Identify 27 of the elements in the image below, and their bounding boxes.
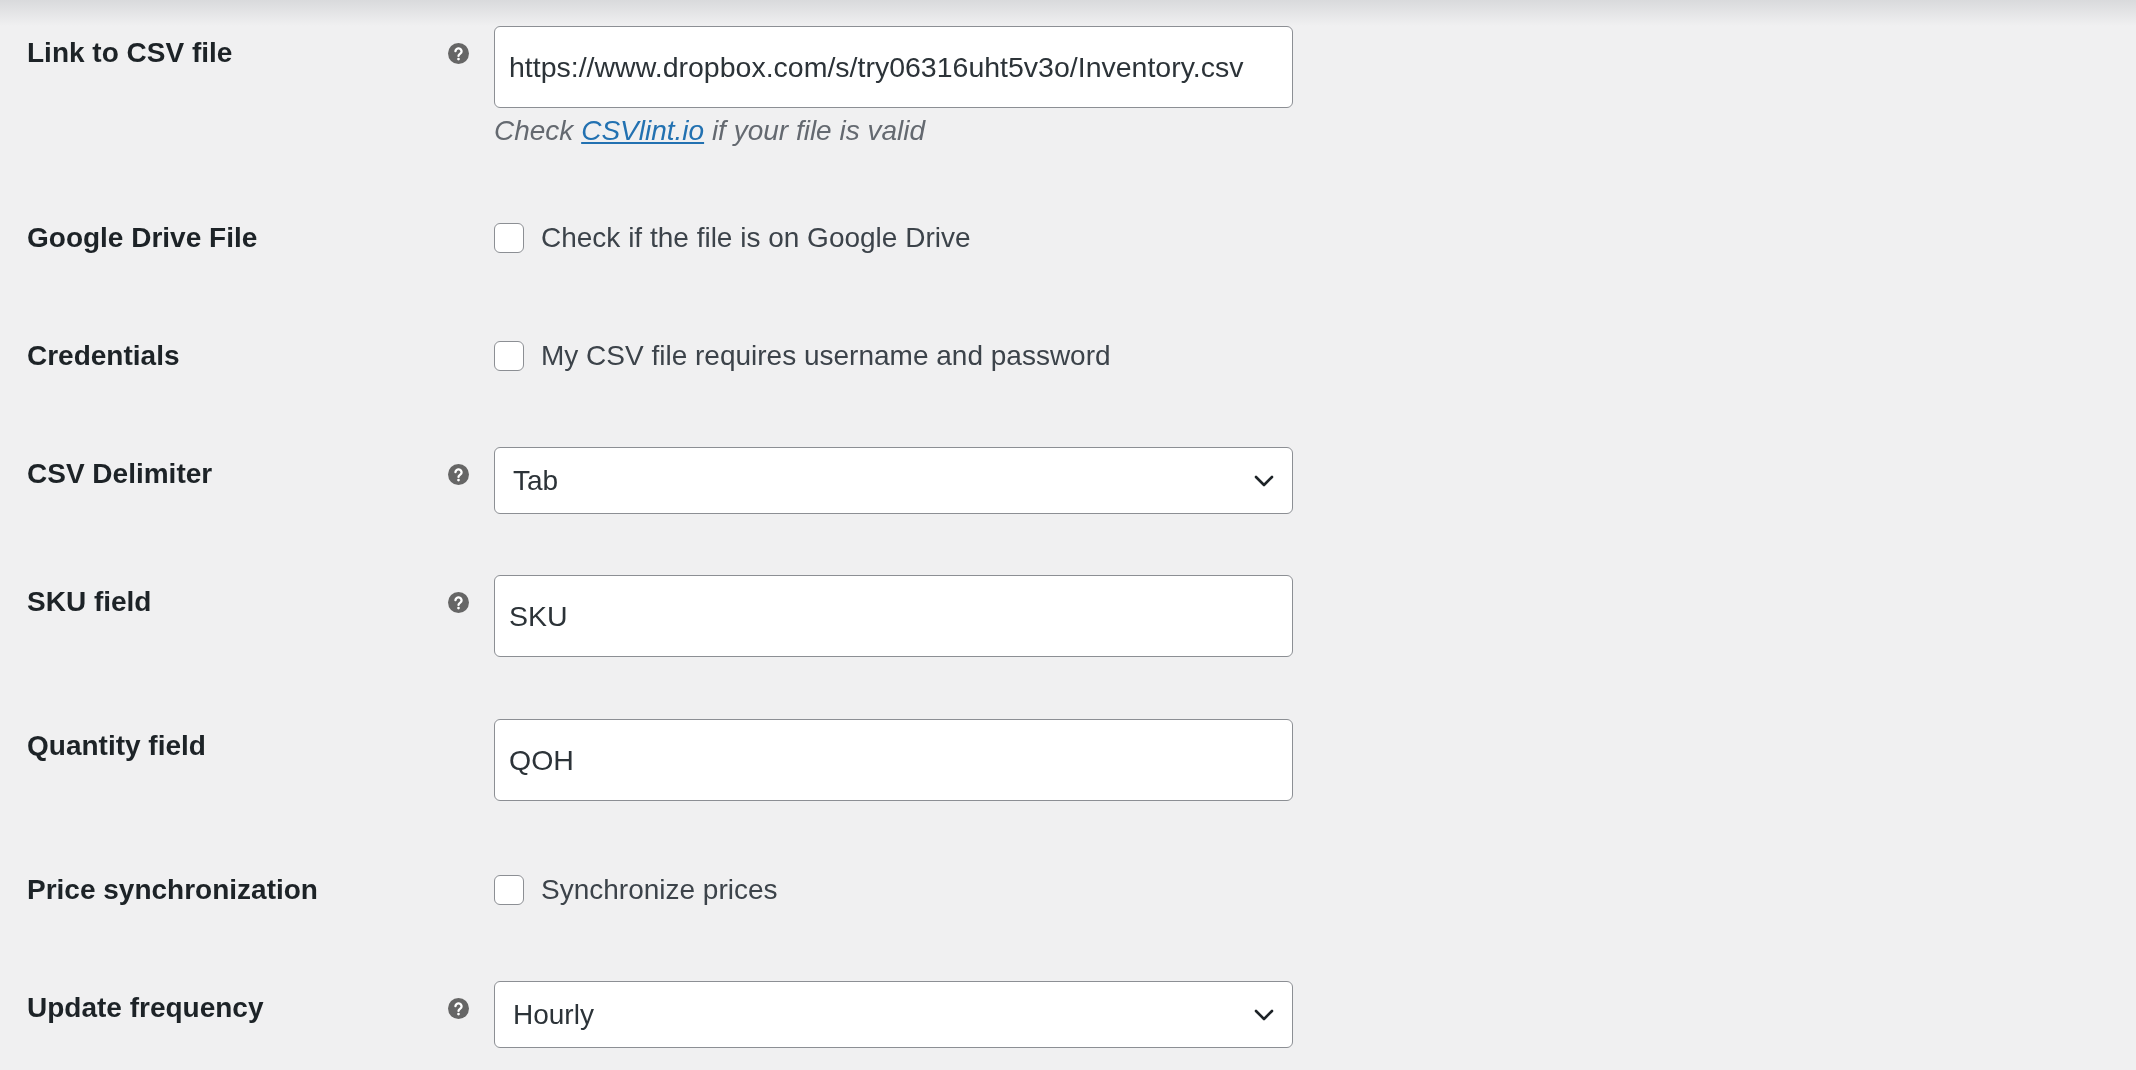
help-icon[interactable] [448, 43, 469, 64]
setting-label: Credentials [27, 339, 181, 373]
setting-label: CSV Delimiter [27, 457, 214, 491]
help-icon[interactable] [448, 592, 469, 613]
field-description: Check CSVlint.io if your file is valid [494, 114, 926, 148]
setting-label: Link to CSV file [27, 36, 234, 70]
dropdown-select[interactable]: Tab [494, 447, 1293, 514]
csvlint-link[interactable]: CSVlint.io [581, 115, 705, 146]
checkbox-label: My CSV file requires username and password [541, 339, 1111, 373]
setting-label: Google Drive File [27, 221, 259, 255]
setting-label: Price synchronization [27, 873, 319, 907]
checkbox[interactable] [494, 875, 524, 905]
text-input[interactable]: SKU [494, 575, 1293, 657]
text-input[interactable]: QOH [494, 719, 1293, 801]
text-input[interactable]: https://www.dropbox.com/s/try06316uht5v3o/Inventory.csv [494, 26, 1293, 108]
checkbox[interactable] [494, 223, 524, 253]
help-icon[interactable] [448, 464, 469, 485]
chevron-down-icon [1254, 1008, 1274, 1021]
checkbox-label: Check if the file is on Google Drive [541, 221, 971, 255]
dropdown-select[interactable]: Hourly [494, 981, 1293, 1048]
setting-label: SKU field [27, 585, 153, 619]
setting-label: Update frequency [27, 991, 265, 1025]
help-icon[interactable] [448, 998, 469, 1019]
setting-label: Quantity field [27, 729, 207, 763]
chevron-down-icon [1254, 474, 1274, 487]
checkbox[interactable] [494, 341, 524, 371]
checkbox-label: Synchronize prices [541, 873, 778, 907]
